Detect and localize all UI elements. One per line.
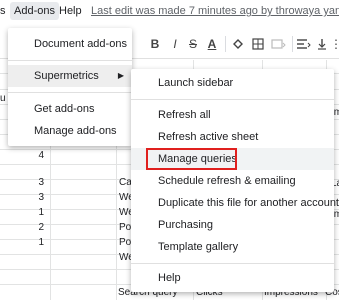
last-edit-link[interactable]: Last edit was made 7 minutes ago by thro… — [91, 2, 339, 20]
merge-cells-icon[interactable] — [270, 35, 288, 53]
menu-item-refresh-active-sheet[interactable]: Refresh active sheet — [131, 126, 334, 148]
cell-fragment: We — [119, 192, 131, 203]
menu-item-schedule-refresh[interactable]: Schedule refresh & emailing — [131, 170, 334, 192]
menubar: s Add-ons Help Last edit was made 7 minu… — [0, 0, 339, 22]
text-color-button[interactable]: A — [205, 35, 219, 53]
menu-item-refresh-all[interactable]: Refresh all — [131, 104, 334, 126]
menu-divider — [8, 92, 132, 93]
cell-value: 1 — [38, 237, 44, 248]
strikethrough-button[interactable]: S — [186, 35, 200, 53]
menu-item-help[interactable]: Help — [131, 267, 334, 289]
menu-item-template-gallery[interactable]: Template gallery — [131, 236, 334, 258]
menu-item-launch-sidebar[interactable]: Launch sidebar — [131, 72, 334, 94]
menu-help[interactable]: Help — [57, 2, 84, 20]
menu-item-supermetrics[interactable]: Supermetrics ▶ — [8, 65, 132, 87]
menu-item-label: Supermetrics — [34, 70, 99, 82]
bold-button[interactable]: B — [148, 35, 162, 53]
supermetrics-submenu: Launch sidebar Refresh all Refresh activ… — [131, 69, 339, 292]
menu-item-purchasing[interactable]: Purchasing — [131, 214, 334, 236]
cell-fragment: We — [119, 252, 131, 263]
cell-value: 3 — [38, 177, 44, 188]
addons-menu: Document add-ons Supermetrics ▶ Get add-… — [8, 28, 132, 146]
menu-addons[interactable]: Add-ons — [10, 2, 59, 20]
cell-value: 3 — [38, 192, 44, 203]
menu-item-manage-addons[interactable]: Manage add-ons — [8, 120, 132, 142]
cell-fragment: We — [119, 207, 131, 218]
italic-button[interactable]: I — [168, 35, 182, 53]
highlight-box — [146, 148, 237, 170]
more-icon[interactable]: ⋮ — [330, 35, 339, 53]
menu-divider — [131, 263, 334, 264]
menu-item-document-addons[interactable]: Document add-ons — [8, 33, 132, 55]
menu-divider — [131, 99, 334, 100]
cell-value: 2 — [38, 222, 44, 233]
fill-color-icon[interactable] — [230, 35, 246, 53]
cell-fragment: u — [0, 93, 6, 104]
toolbar-divider — [292, 36, 293, 52]
menu-item-duplicate-file[interactable]: Duplicate this file for another account — [131, 192, 339, 214]
menu-item-get-addons[interactable]: Get add-ons — [8, 98, 132, 120]
menu-divider — [8, 60, 132, 61]
menu-edit-partial[interactable]: s — [0, 2, 6, 20]
align-icon[interactable] — [294, 35, 314, 53]
toolbar-divider — [225, 36, 226, 52]
cell-value: 4 — [38, 150, 44, 161]
submenu-arrow-icon: ▶ — [117, 71, 124, 80]
cell-value: 1 — [38, 207, 44, 218]
borders-icon[interactable] — [250, 35, 266, 53]
cell-fragment: Pos — [119, 222, 131, 233]
cell-fragment: Pos — [119, 237, 131, 248]
cell-fragment: Ca — [119, 177, 131, 188]
